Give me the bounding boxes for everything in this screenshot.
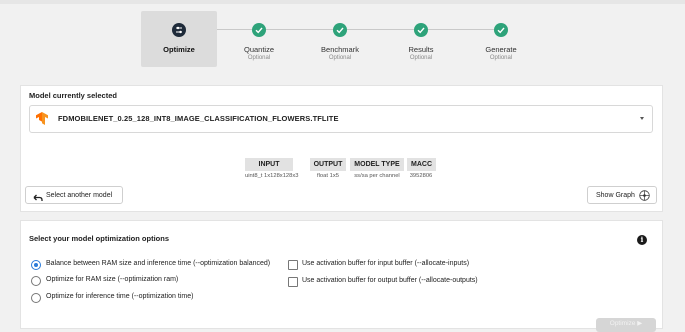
undo-arrow-icon [33,192,43,210]
select-another-model-button[interactable]: Select another model [25,186,123,204]
chevron-down-icon [640,117,644,120]
step-label: Optimize [163,45,195,54]
check-icon [252,23,266,37]
info-macc: MACC 3952806 [407,153,436,179]
checkbox-label: Use activation buffer for output buffer … [302,277,478,284]
step-sublabel: Optional [328,55,352,61]
step-label: Generate [485,45,517,54]
step-results[interactable]: Results Optional [383,11,459,67]
checkbox-box [288,260,298,270]
info-output: OUTPUT float 1x5 [308,153,348,179]
checkbox-label: Use activation buffer for input buffer (… [302,260,470,267]
model-select[interactable]: FDMOBILENET_0.25_128_INT8_IMAGE_CLASSIFI… [29,105,653,133]
radio-circle [31,260,41,270]
check-icon [333,23,347,37]
show-graph-label: Show Graph [596,192,635,199]
info-model-type: MODEL TYPE ss/sa per channel [349,153,405,179]
info-value: ss/sa per channel [354,173,400,179]
info-input: INPUT uint8_t 1x128x128x3 [245,153,299,179]
stepper: Optimize Quantize Optional Benchmark Opt… [0,11,685,67]
info-icon[interactable]: i [637,235,647,245]
tensorflow-icon [36,112,48,130]
optimization-options-card: Select your model optimization options i… [21,221,662,332]
checkbox-box [288,277,298,287]
model-card-title: Model currently selected [29,91,117,100]
info-head: MODEL TYPE [350,158,404,171]
optimize-button[interactable]: Optimize ▶ [596,318,656,332]
step-label: Quantize [243,45,275,54]
radio-circle [31,276,41,286]
options-title: Select your model optimization options [29,234,170,243]
step-optimize[interactable]: Optimize [141,11,217,67]
radio-circle [31,293,41,303]
info-value: uint8_t 1x128x128x3 [245,173,299,179]
info-head: INPUT [245,158,293,171]
show-graph-button[interactable]: Show Graph [587,186,657,204]
step-benchmark[interactable]: Benchmark Optional [302,11,378,67]
step-label: Results [408,45,434,54]
top-bar [0,0,685,4]
info-head: MACC [407,158,436,171]
info-head: OUTPUT [309,158,347,171]
sliders-icon [172,23,186,37]
step-sublabel: Optional [247,55,271,61]
step-sublabel: Optional [489,55,513,61]
model-card: Model currently selected FDMOBILENET_0.2… [21,86,662,211]
step-sublabel: Optional [409,55,433,61]
radio-label: Balance between RAM size and inference t… [46,260,271,267]
check-icon [494,23,508,37]
step-label: Benchmark [321,45,359,54]
step-generate[interactable]: Generate Optional [463,11,539,67]
check-icon [414,23,428,37]
model-name: FDMOBILENET_0.25_128_INT8_IMAGE_CLASSIFI… [58,114,339,123]
radio-label: Optimize for RAM size (--optimization ra… [46,276,179,283]
info-value: 3952806 [409,173,433,179]
info-value: float 1x5 [317,173,339,179]
graph-network-icon [639,190,650,209]
radio-label: Optimize for inference time (--optimizat… [46,293,194,300]
select-another-model-label: Select another model [46,192,113,199]
step-quantize[interactable]: Quantize Optional [221,11,297,67]
